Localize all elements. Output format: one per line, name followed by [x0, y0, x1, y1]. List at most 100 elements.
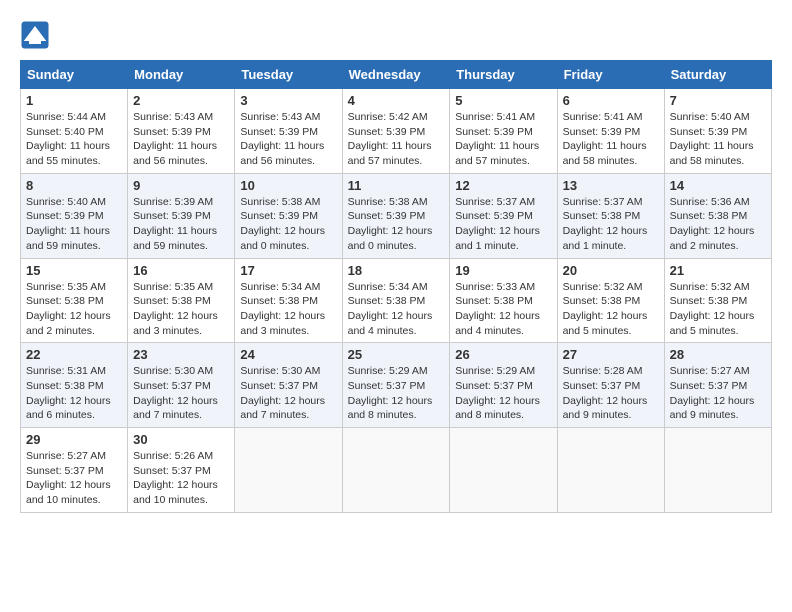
calendar-header-row: SundayMondayTuesdayWednesdayThursdayFrid…: [21, 61, 772, 89]
day-info: Sunrise: 5:37 AM Sunset: 5:39 PM Dayligh…: [455, 195, 551, 254]
day-number: 10: [240, 178, 336, 193]
day-info: Sunrise: 5:32 AM Sunset: 5:38 PM Dayligh…: [563, 280, 659, 339]
day-info: Sunrise: 5:34 AM Sunset: 5:38 PM Dayligh…: [240, 280, 336, 339]
calendar-day-cell: 9 Sunrise: 5:39 AM Sunset: 5:39 PM Daylig…: [128, 173, 235, 258]
day-number: 26: [455, 347, 551, 362]
day-number: 1: [26, 93, 122, 108]
day-info: Sunrise: 5:27 AM Sunset: 5:37 PM Dayligh…: [670, 364, 766, 423]
calendar-day-cell: 23 Sunrise: 5:30 AM Sunset: 5:37 PM Dayli…: [128, 343, 235, 428]
day-info: Sunrise: 5:40 AM Sunset: 5:39 PM Dayligh…: [26, 195, 122, 254]
day-info: Sunrise: 5:42 AM Sunset: 5:39 PM Dayligh…: [348, 110, 445, 169]
calendar-week-row: 29 Sunrise: 5:27 AM Sunset: 5:37 PM Dayli…: [21, 428, 772, 513]
day-info: Sunrise: 5:30 AM Sunset: 5:37 PM Dayligh…: [133, 364, 229, 423]
day-info: Sunrise: 5:30 AM Sunset: 5:37 PM Dayligh…: [240, 364, 336, 423]
day-number: 23: [133, 347, 229, 362]
day-of-week-header: Tuesday: [235, 61, 342, 89]
calendar-day-cell: [342, 428, 450, 513]
day-info: Sunrise: 5:32 AM Sunset: 5:38 PM Dayligh…: [670, 280, 766, 339]
calendar-day-cell: 1 Sunrise: 5:44 AM Sunset: 5:40 PM Daylig…: [21, 89, 128, 174]
calendar-day-cell: 16 Sunrise: 5:35 AM Sunset: 5:38 PM Dayli…: [128, 258, 235, 343]
day-info: Sunrise: 5:34 AM Sunset: 5:38 PM Dayligh…: [348, 280, 445, 339]
day-number: 25: [348, 347, 445, 362]
day-number: 24: [240, 347, 336, 362]
logo: [20, 20, 52, 50]
day-number: 2: [133, 93, 229, 108]
calendar-week-row: 22 Sunrise: 5:31 AM Sunset: 5:38 PM Dayli…: [21, 343, 772, 428]
day-number: 8: [26, 178, 122, 193]
day-of-week-header: Wednesday: [342, 61, 450, 89]
day-of-week-header: Saturday: [664, 61, 771, 89]
day-info: Sunrise: 5:35 AM Sunset: 5:38 PM Dayligh…: [26, 280, 122, 339]
day-info: Sunrise: 5:29 AM Sunset: 5:37 PM Dayligh…: [348, 364, 445, 423]
day-number: 5: [455, 93, 551, 108]
day-number: 4: [348, 93, 445, 108]
calendar-day-cell: [235, 428, 342, 513]
day-info: Sunrise: 5:37 AM Sunset: 5:38 PM Dayligh…: [563, 195, 659, 254]
day-info: Sunrise: 5:41 AM Sunset: 5:39 PM Dayligh…: [563, 110, 659, 169]
day-number: 13: [563, 178, 659, 193]
day-info: Sunrise: 5:44 AM Sunset: 5:40 PM Dayligh…: [26, 110, 122, 169]
day-of-week-header: Sunday: [21, 61, 128, 89]
day-info: Sunrise: 5:28 AM Sunset: 5:37 PM Dayligh…: [563, 364, 659, 423]
calendar-day-cell: 20 Sunrise: 5:32 AM Sunset: 5:38 PM Dayli…: [557, 258, 664, 343]
calendar-day-cell: 13 Sunrise: 5:37 AM Sunset: 5:38 PM Dayli…: [557, 173, 664, 258]
day-number: 12: [455, 178, 551, 193]
calendar-week-row: 1 Sunrise: 5:44 AM Sunset: 5:40 PM Daylig…: [21, 89, 772, 174]
calendar-day-cell: 12 Sunrise: 5:37 AM Sunset: 5:39 PM Dayli…: [450, 173, 557, 258]
calendar-day-cell: [557, 428, 664, 513]
logo-icon: [20, 20, 50, 50]
day-info: Sunrise: 5:40 AM Sunset: 5:39 PM Dayligh…: [670, 110, 766, 169]
day-number: 6: [563, 93, 659, 108]
day-info: Sunrise: 5:43 AM Sunset: 5:39 PM Dayligh…: [240, 110, 336, 169]
day-number: 20: [563, 263, 659, 278]
calendar-day-cell: 2Sunrise: 5:43 AM Sunset: 5:39 PM Daylig…: [128, 89, 235, 174]
calendar-day-cell: 28Sunrise: 5:27 AM Sunset: 5:37 PM Dayli…: [664, 343, 771, 428]
day-number: 29: [26, 432, 122, 447]
calendar-table: SundayMondayTuesdayWednesdayThursdayFrid…: [20, 60, 772, 513]
day-number: 21: [670, 263, 766, 278]
day-number: 9: [133, 178, 229, 193]
day-info: Sunrise: 5:41 AM Sunset: 5:39 PM Dayligh…: [455, 110, 551, 169]
day-number: 3: [240, 93, 336, 108]
calendar-week-row: 15 Sunrise: 5:35 AM Sunset: 5:38 PM Dayli…: [21, 258, 772, 343]
day-info: Sunrise: 5:27 AM Sunset: 5:37 PM Dayligh…: [26, 449, 122, 508]
day-of-week-header: Friday: [557, 61, 664, 89]
day-info: Sunrise: 5:26 AM Sunset: 5:37 PM Dayligh…: [133, 449, 229, 508]
day-info: Sunrise: 5:31 AM Sunset: 5:38 PM Dayligh…: [26, 364, 122, 423]
day-info: Sunrise: 5:38 AM Sunset: 5:39 PM Dayligh…: [348, 195, 445, 254]
calendar-day-cell: 8 Sunrise: 5:40 AM Sunset: 5:39 PM Daylig…: [21, 173, 128, 258]
day-number: 17: [240, 263, 336, 278]
day-number: 16: [133, 263, 229, 278]
day-number: 19: [455, 263, 551, 278]
calendar-day-cell: 19 Sunrise: 5:33 AM Sunset: 5:38 PM Dayli…: [450, 258, 557, 343]
calendar-day-cell: 26Sunrise: 5:29 AM Sunset: 5:37 PM Dayli…: [450, 343, 557, 428]
day-info: Sunrise: 5:39 AM Sunset: 5:39 PM Dayligh…: [133, 195, 229, 254]
day-number: 11: [348, 178, 445, 193]
day-info: Sunrise: 5:33 AM Sunset: 5:38 PM Dayligh…: [455, 280, 551, 339]
calendar-day-cell: 22 Sunrise: 5:31 AM Sunset: 5:38 PM Dayli…: [21, 343, 128, 428]
calendar-day-cell: [450, 428, 557, 513]
calendar-day-cell: 25 Sunrise: 5:29 AM Sunset: 5:37 PM Dayli…: [342, 343, 450, 428]
calendar-day-cell: 18 Sunrise: 5:34 AM Sunset: 5:38 PM Dayli…: [342, 258, 450, 343]
calendar-day-cell: 4 Sunrise: 5:42 AM Sunset: 5:39 PM Daylig…: [342, 89, 450, 174]
calendar-day-cell: 29 Sunrise: 5:27 AM Sunset: 5:37 PM Dayli…: [21, 428, 128, 513]
day-info: Sunrise: 5:38 AM Sunset: 5:39 PM Dayligh…: [240, 195, 336, 254]
calendar-week-row: 8 Sunrise: 5:40 AM Sunset: 5:39 PM Daylig…: [21, 173, 772, 258]
calendar-day-cell: 27 Sunrise: 5:28 AM Sunset: 5:37 PM Dayli…: [557, 343, 664, 428]
day-number: 15: [26, 263, 122, 278]
day-of-week-header: Thursday: [450, 61, 557, 89]
calendar-day-cell: 3 Sunrise: 5:43 AM Sunset: 5:39 PM Daylig…: [235, 89, 342, 174]
day-number: 18: [348, 263, 445, 278]
day-number: 22: [26, 347, 122, 362]
calendar-day-cell: 6 Sunrise: 5:41 AM Sunset: 5:39 PM Daylig…: [557, 89, 664, 174]
calendar-day-cell: [664, 428, 771, 513]
day-info: Sunrise: 5:36 AM Sunset: 5:38 PM Dayligh…: [670, 195, 766, 254]
calendar-day-cell: 14 Sunrise: 5:36 AM Sunset: 5:38 PM Dayli…: [664, 173, 771, 258]
day-number: 14: [670, 178, 766, 193]
page-header: [20, 20, 772, 50]
day-number: 27: [563, 347, 659, 362]
calendar-day-cell: 30Sunrise: 5:26 AM Sunset: 5:37 PM Dayli…: [128, 428, 235, 513]
day-number: 7: [670, 93, 766, 108]
day-info: Sunrise: 5:35 AM Sunset: 5:38 PM Dayligh…: [133, 280, 229, 339]
calendar-day-cell: 21 Sunrise: 5:32 AM Sunset: 5:38 PM Dayli…: [664, 258, 771, 343]
